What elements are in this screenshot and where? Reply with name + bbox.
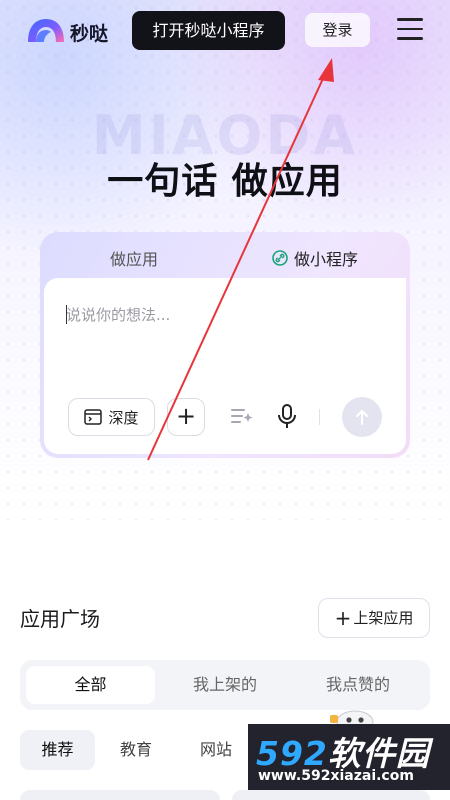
login-button[interactable]: 登录 — [305, 13, 370, 47]
segment-my-liked[interactable]: 我点赞的 — [292, 666, 424, 704]
tab-make-app[interactable]: 做应用 — [110, 246, 158, 270]
plus-icon[interactable]: + — [167, 398, 205, 436]
depth-button[interactable]: 深度 — [68, 398, 155, 436]
tab-make-mini-program[interactable]: 做小程序 — [272, 246, 358, 270]
hero-title: 一句话 做应用 — [107, 161, 343, 202]
segment-my-published[interactable]: 我上架的 — [160, 666, 290, 704]
filter-recommended[interactable]: 推荐 — [20, 730, 95, 770]
logo-text[interactable]: 秒哒 — [70, 19, 108, 46]
app-square-title: 应用广场 — [20, 607, 100, 631]
publish-app-button[interactable]: + 上架应用 — [318, 598, 430, 638]
prompt-input[interactable]: 说说你的想法... 深度 + — [44, 278, 406, 454]
microphone-icon[interactable] — [277, 404, 297, 430]
segment-all[interactable]: 全部 — [26, 666, 155, 704]
site-watermark: 592软件园 www.592xiazai.com — [248, 724, 450, 790]
site-watermark-url: www.592xiazai.com — [258, 768, 414, 784]
menu-icon[interactable] — [397, 18, 423, 40]
open-mini-program-button[interactable]: 打开秒哒小程序 — [132, 11, 285, 50]
toolbar-divider — [319, 409, 320, 425]
depth-icon — [84, 409, 103, 425]
filter-education[interactable]: 教育 — [120, 730, 152, 770]
segment-control: 全部 我上架的 我点赞的 — [20, 660, 430, 710]
app-card[interactable] — [232, 790, 430, 800]
plus-icon: + — [334, 606, 352, 630]
text-caret — [66, 305, 67, 324]
link-icon — [272, 250, 288, 266]
prompt-placeholder: 说说你的想法... — [66, 306, 171, 324]
send-arrow-icon — [356, 410, 368, 425]
miaoda-logo-icon[interactable] — [26, 16, 66, 44]
send-button[interactable] — [342, 397, 382, 437]
prompt-card: 做应用 做小程序 说说你的想法... 深度 + — [40, 232, 410, 458]
filter-website[interactable]: 网站 — [200, 730, 232, 770]
app-card[interactable] — [20, 790, 220, 800]
depth-label: 深度 — [108, 408, 139, 427]
publish-app-label: 上架应用 — [353, 609, 414, 627]
tab-mini-label: 做小程序 — [294, 250, 359, 269]
magic-list-icon[interactable] — [230, 405, 254, 427]
